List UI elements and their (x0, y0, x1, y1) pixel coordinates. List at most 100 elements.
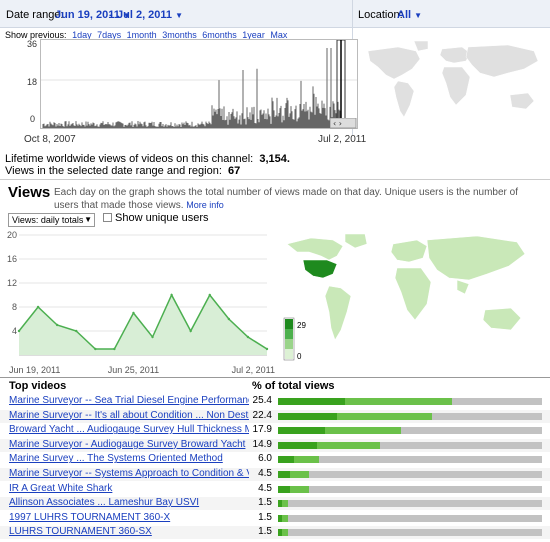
y-tick-label: 4 (12, 326, 17, 336)
video-title-link[interactable]: Broward Yacht ... Audiogauge Survey Hull… (9, 424, 249, 435)
percent-bar (278, 398, 542, 405)
table-row: Allinson Associates ... Lameshur Bay USV… (0, 497, 550, 511)
date-range-separator: - (109, 9, 113, 21)
chevron-down-icon: ▼ (84, 215, 92, 224)
selected-views-value: 67 (228, 165, 241, 177)
scroll-arrows[interactable]: ‹ › (330, 118, 358, 130)
video-title-link[interactable]: Allinson Associates ... Lameshur Bay USV… (9, 497, 249, 508)
percent-bar-fill (278, 412, 338, 420)
lifetime-views: Lifetime worldwide views of videos on th… (5, 153, 290, 165)
table-row: IR A Great White Shark 4.5 (0, 483, 550, 496)
x-tick-label: Jun 19, 2011 (9, 365, 60, 375)
data-point[interactable] (132, 311, 135, 315)
percent-bar-fill (278, 441, 318, 449)
table-row: Marine Surveyor -- It's all about Condit… (0, 409, 550, 423)
unique-users-checkbox[interactable] (103, 213, 112, 222)
chevron-down-icon: ▼ (414, 11, 423, 20)
data-point[interactable] (189, 329, 192, 333)
y-tick: 0 (30, 114, 36, 124)
percent-bar-fill (278, 500, 282, 508)
svg-text:‹ ›: ‹ › (333, 119, 342, 128)
world-map-small[interactable] (358, 39, 546, 129)
x-axis-start: Oct 8, 2007 (24, 134, 76, 145)
x-tick-label: Jul 2, 2011 (232, 365, 275, 375)
percent-bar (278, 471, 542, 478)
video-title-link[interactable]: Marine Surveyor - Audiogauge Survey Brow… (9, 439, 249, 450)
x-axis-end: Jul 2, 2011 (318, 134, 367, 145)
video-title-link[interactable]: Marine Survey ... The Systems Oriented M… (9, 453, 249, 464)
video-title-link[interactable]: 1997 LUHRS TOURNAMENT 360-X (9, 512, 249, 523)
unique-users-label: Show unique users (115, 212, 209, 224)
percent-bar-fill (278, 514, 282, 522)
data-point[interactable] (208, 293, 211, 297)
video-title-link[interactable]: IR A Great White Shark (9, 483, 249, 494)
percent-bar (278, 514, 542, 522)
percent-bar-fill (278, 398, 346, 405)
video-title-link[interactable]: Marine Surveyor -- Sea Trial Diesel Engi… (9, 395, 249, 406)
table-row: Marine Surveyor - Audiogauge Survey Brow… (0, 438, 550, 452)
percent-bar (278, 427, 542, 435)
video-title-link[interactable]: Marine Surveyor -- Systems Approach to C… (9, 468, 249, 479)
percent-bar-fill (278, 456, 294, 464)
percent-bar (278, 500, 542, 508)
daily-views-chart[interactable]: 4 8 12 16 20 Jun 19, 2011 Jun 25, 2011 Jul 2, … (5, 229, 277, 377)
views-mode-select[interactable]: Views: daily totals ▼ (8, 213, 95, 227)
percent-bar (278, 412, 542, 420)
percent-value: 22.4 (252, 409, 272, 421)
table-row: Broward Yacht ... Audiogauge Survey Hull… (0, 424, 550, 437)
overview-sparkline (41, 39, 357, 129)
y-tick: 36 (27, 39, 38, 49)
table-row: Marine Survey ... The Systems Oriented M… (0, 453, 550, 466)
percent-value: 25.4 (252, 395, 272, 406)
percent-value: 17.9 (252, 424, 272, 436)
percent-bar-fill (278, 471, 290, 478)
location-select[interactable]: All ▼ (397, 9, 422, 21)
data-point[interactable] (113, 347, 116, 351)
chevron-down-icon: ▼ (175, 11, 184, 20)
location-label: Location: (358, 9, 403, 21)
percent-bar (278, 529, 542, 537)
divider (0, 179, 550, 180)
video-title-link[interactable]: Marine Surveyor -- It's all about Condit… (9, 410, 249, 421)
x-tick-label: Jun 25, 2011 (108, 365, 159, 375)
data-point[interactable] (246, 335, 250, 339)
y-tick-label: 8 (12, 302, 17, 312)
percent-bar-fill (278, 485, 290, 493)
percent-value: 6.0 (258, 453, 272, 465)
percent-value: 14.9 (252, 438, 272, 450)
data-point[interactable] (151, 335, 154, 339)
legend-max: 29 (297, 321, 306, 330)
percent-value: 1.5 (258, 497, 272, 509)
percent-bar (278, 485, 542, 493)
video-title-link[interactable]: LUHRS TOURNAMENT 360-SX (9, 526, 249, 537)
percent-bar (278, 441, 542, 449)
overview-chart[interactable] (40, 39, 358, 129)
table-row: 1997 LUHRS TOURNAMENT 360-X 1.5 (0, 512, 550, 525)
y-tick-label: 12 (7, 278, 17, 288)
data-point[interactable] (17, 329, 21, 333)
table-row: Marine Surveyor -- Systems Approach to C… (0, 468, 550, 481)
y-tick-label: 20 (7, 230, 17, 240)
data-point[interactable] (55, 323, 59, 327)
date-range-end[interactable]: Jul 2, 2011 ▼ (117, 9, 183, 21)
divider (0, 377, 550, 378)
selected-views: Views in the selected date range and reg… (5, 165, 241, 177)
world-map[interactable]: 29 0 (281, 230, 544, 365)
y-tick: 18 (27, 77, 38, 87)
percent-value: 1.5 (258, 511, 272, 523)
data-point[interactable] (265, 347, 269, 351)
world-map-icon (281, 230, 544, 365)
data-point[interactable] (75, 329, 78, 333)
data-point[interactable] (227, 317, 231, 321)
percent-value: 4.5 (258, 482, 272, 494)
y-tick-label: 16 (7, 254, 17, 264)
percent-bar-fill (278, 427, 326, 435)
percent-bar (278, 456, 542, 464)
lifetime-views-value: 3,154. (259, 153, 290, 165)
data-point[interactable] (170, 293, 173, 297)
data-point[interactable] (94, 347, 97, 351)
data-point[interactable] (36, 305, 40, 309)
more-info-link[interactable]: More info (186, 200, 224, 210)
percent-value: 1.5 (258, 526, 272, 538)
views-description: Each day on the graph shows the total nu… (54, 187, 518, 211)
